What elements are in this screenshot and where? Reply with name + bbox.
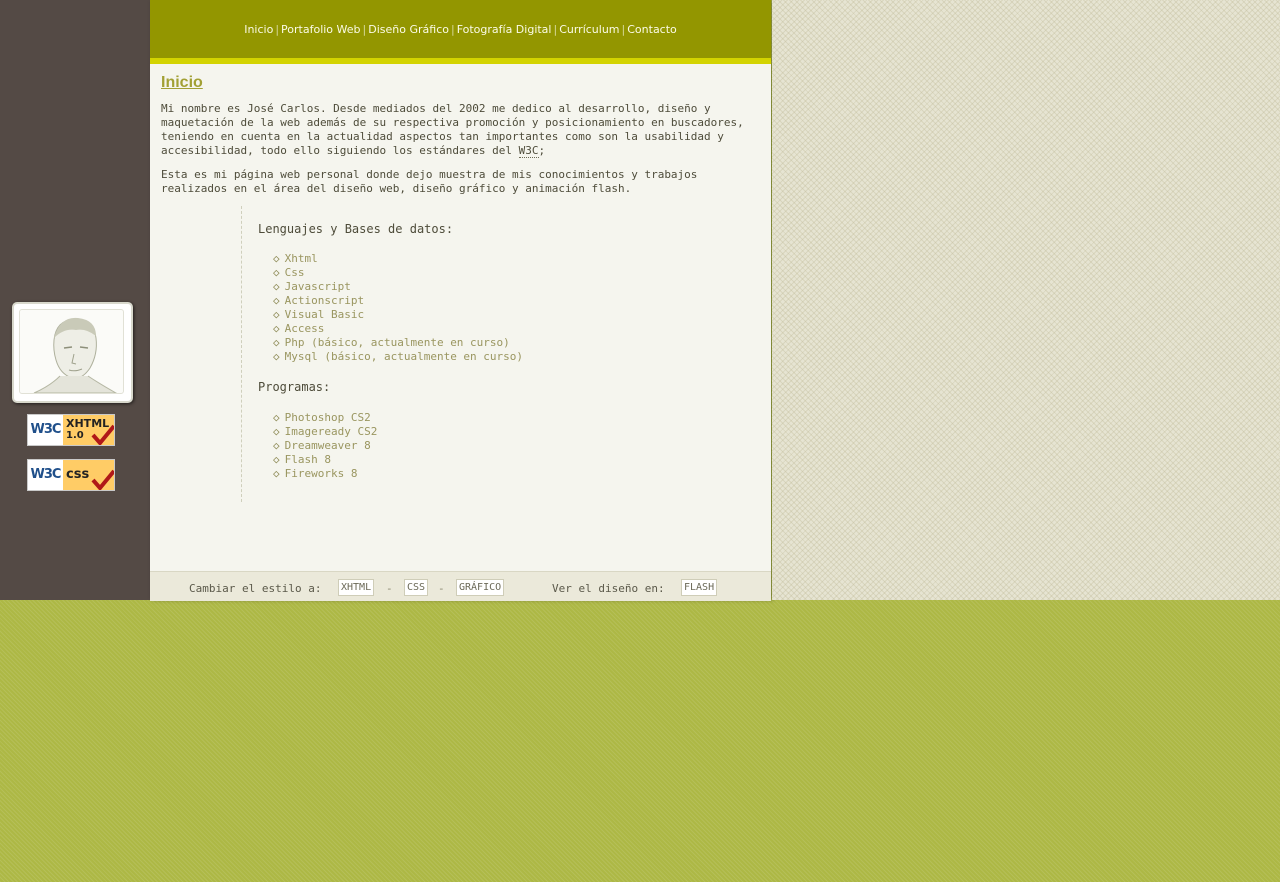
intro-text: Mi nombre es José Carlos. Desde mediados… [161,102,744,157]
programs-list: ◇ Photoshop CS2 ◇ Imageready CS2 ◇ Dreamwea… [273,411,377,481]
diamond-bullet-icon: ◇ [273,308,280,321]
footer: Cambiar el estilo a: XHTML - CSS - GRÁFI… [150,571,771,601]
main-nav: Inicio | Portafolio Web | Diseño Gráfico | Fot… [150,23,771,36]
right-background-texture [772,0,1280,600]
list-item: ◇ Php (básico, actualmente en curso) [273,336,523,350]
avatar-photo [19,309,124,394]
personal-paragraph: Esta es mi página web personal donde dej… [161,168,698,195]
list-item: ◇ Imageready CS2 [273,425,377,439]
diamond-bullet-icon: ◇ [273,280,280,293]
nav-item-fotografia-digital[interactable]: Fotografía Digital [457,23,552,36]
badge-version-text: 1.0 [66,430,84,441]
diamond-bullet-icon: ◇ [273,252,280,265]
program-label: Dreamweaver 8 [284,439,371,452]
program-label: Imageready CS2 [284,425,378,438]
diamond-bullet-icon: ◇ [273,336,280,349]
view-design-label: Ver el diseño en: [552,582,665,595]
program-label: Photoshop CS2 [284,411,371,424]
skill-label: Visual Basic [284,308,365,321]
intro-end: ; [538,144,546,157]
list-item: ◇ Dreamweaver 8 [273,439,377,453]
diamond-bullet-icon: ◇ [273,439,280,452]
diamond-bullet-icon: ◇ [273,467,280,480]
diamond-bullet-icon: ◇ [273,453,280,466]
skill-label: Actionscript [284,294,365,307]
programs-heading: Programas: [258,380,331,394]
check-icon [91,469,114,490]
skill-label: Javascript [284,280,351,293]
diamond-bullet-icon: ◇ [273,425,280,438]
view-flash-button[interactable]: FLASH [681,579,718,596]
header: Inicio | Portafolio Web | Diseño Gráfico | Fot… [150,0,771,58]
list-item: ◇ Access [273,322,523,336]
skills-box: Lenguajes y Bases de datos: ◇ Xhtml ◇ Css … [241,206,622,502]
nav-item-inicio[interactable]: Inicio [244,23,273,36]
languages-list: ◇ Xhtml ◇ Css ◇ Javascript ◇ Actionscript ◇ V… [273,252,523,364]
w3c-logo: W3C [28,415,63,445]
program-label: Flash 8 [284,453,331,466]
footer-dash: - [386,582,393,595]
diamond-bullet-icon: ◇ [273,322,280,335]
header-accent-bar [150,58,771,64]
diamond-bullet-icon: ◇ [273,350,280,363]
list-item: ◇ Fireworks 8 [273,467,377,481]
diamond-bullet-icon: ◇ [273,266,280,279]
list-item: ◇ Flash 8 [273,453,377,467]
nav-separator: | [450,23,455,36]
badge-css-text: css [66,467,90,482]
w3c-logo: W3C [28,460,63,490]
list-item: ◇ Actionscript [273,294,523,308]
style-grafico-button[interactable]: GRÁFICO [456,579,505,596]
left-sidebar: W3C XHTML 1.0 W3C css [0,0,150,600]
list-item: ◇ Javascript [273,280,523,294]
content-column: Inicio | Portafolio Web | Diseño Gráfico | Fot… [150,0,771,601]
check-icon [91,424,114,445]
diamond-bullet-icon: ◇ [273,294,280,307]
xhtml-validator-badge[interactable]: W3C XHTML 1.0 [27,414,115,446]
nav-item-portafolio-web[interactable]: Portafolio Web [281,23,360,36]
list-item: ◇ Visual Basic [273,308,523,322]
nav-separator: | [275,23,280,36]
list-item: ◇ Xhtml [273,252,523,266]
list-item: ◇ Css [273,266,523,280]
diamond-bullet-icon: ◇ [273,411,280,424]
footer-dash: - [438,582,445,595]
skill-label: Php (básico, actualmente en curso) [284,336,510,349]
skill-label: Mysql (básico, actualmente en curso) [284,350,524,363]
list-item: ◇ Photoshop CS2 [273,411,377,425]
style-xhtml-button[interactable]: XHTML [338,579,375,596]
skill-label: Access [284,322,325,335]
style-switch-label: Cambiar el estilo a: [189,582,322,595]
page-title: Inicio [161,74,203,91]
css-validator-badge[interactable]: W3C css [27,459,115,491]
intro-paragraph: Mi nombre es José Carlos. Desde mediados… [161,102,761,158]
list-item: ◇ Mysql (básico, actualmente en curso) [273,350,523,364]
nav-item-diseno-grafico[interactable]: Diseño Gráfico [368,23,449,36]
nav-item-contacto[interactable]: Contacto [627,23,677,36]
avatar [12,302,133,403]
top-area: W3C XHTML 1.0 W3C css Inicio | Portafolio … [0,0,1280,601]
languages-heading: Lenguajes y Bases de datos: [258,222,454,236]
portrait-sketch-icon [33,317,118,393]
style-css-button[interactable]: CSS [404,579,429,596]
skill-label: Xhtml [284,252,318,265]
skill-label: Css [284,266,305,279]
w3c-abbreviation: W3C [518,144,539,158]
program-label: Fireworks 8 [284,467,358,480]
nav-item-curriculum[interactable]: Currículum [559,23,619,36]
